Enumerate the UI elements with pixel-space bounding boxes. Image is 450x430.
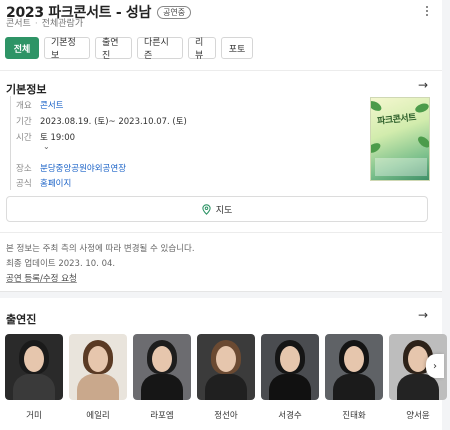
subtitle: 콘서트 · 전체관람가 bbox=[6, 19, 84, 29]
cast-photo[interactable] bbox=[261, 334, 319, 400]
age-rating-label: 전체관람가 bbox=[41, 19, 84, 29]
info-row-period: 기간 2023.08.19. (토)~ 2023.10.07. (토) bbox=[16, 115, 187, 127]
divider bbox=[0, 232, 442, 233]
tab-basic-info[interactable]: 기본정보 bbox=[44, 37, 90, 61]
info-row-place: 장소 분당중앙공원야외공연장 bbox=[16, 162, 126, 174]
cast-name[interactable]: 진태화 bbox=[325, 409, 383, 421]
info-key: 개요 bbox=[16, 101, 32, 111]
report-link[interactable]: 공연 등록/수정 요청 bbox=[6, 272, 77, 284]
info-row-official: 공식 홈페이지 bbox=[16, 177, 71, 189]
performance-card: 2023 파크콘서트 - 성남 공연중 콘서트 · 전체관람가 전체 기본정보 출연… bbox=[0, 0, 442, 292]
map-button[interactable]: 지도 bbox=[6, 196, 428, 222]
cast-photo[interactable] bbox=[5, 334, 63, 400]
chevron-down-icon[interactable]: ⌄ bbox=[43, 142, 50, 151]
cast-card: 출연진 → 거미 에일리 라포엠 정선아 서경수 진태화 양서윤 › bbox=[0, 298, 447, 430]
cast-photo[interactable] bbox=[69, 334, 127, 400]
tab-reviews[interactable]: 리뷰 bbox=[188, 37, 216, 61]
cast-name[interactable]: 서경수 bbox=[261, 409, 319, 421]
next-arrow-button[interactable]: › bbox=[426, 354, 444, 378]
info-key: 기간 bbox=[16, 117, 32, 127]
cast-name[interactable]: 정선아 bbox=[197, 409, 255, 421]
divider bbox=[0, 70, 442, 71]
info-indent-bar bbox=[10, 96, 11, 190]
tab-photos[interactable]: 포토 bbox=[221, 37, 253, 59]
basic-info-heading: 기본정보 bbox=[6, 83, 47, 96]
map-label: 지도 bbox=[215, 205, 233, 216]
map-pin-icon bbox=[202, 203, 211, 215]
info-row-overview: 개요 콘서트 bbox=[16, 99, 63, 111]
more-options-icon[interactable] bbox=[422, 4, 432, 18]
info-key: 장소 bbox=[16, 164, 32, 174]
poster-title: 파크콘서트 bbox=[376, 112, 417, 127]
arrow-right-icon[interactable]: → bbox=[418, 78, 428, 92]
cast-name[interactable]: 에일리 bbox=[69, 409, 127, 421]
arrow-right-icon[interactable]: → bbox=[418, 308, 428, 322]
cast-member[interactable]: 거미 bbox=[5, 334, 63, 421]
category-label: 콘서트 bbox=[6, 19, 31, 29]
cast-member[interactable]: 진태화 bbox=[325, 334, 383, 421]
cast-name[interactable]: 양서윤 bbox=[389, 409, 447, 421]
cast-member[interactable]: 에일리 bbox=[69, 334, 127, 421]
cast-photo[interactable] bbox=[325, 334, 383, 400]
cast-member[interactable]: 서경수 bbox=[261, 334, 319, 421]
poster-image[interactable]: 파크콘서트 bbox=[370, 97, 430, 181]
updated-text: 최종 업데이트 2023. 10. 04. bbox=[6, 259, 116, 269]
homepage-link[interactable]: 홈페이지 bbox=[40, 177, 71, 189]
notice-text: 본 정보는 주최 측의 사정에 따라 변경될 수 있습니다. bbox=[6, 244, 195, 254]
tab-other-seasons[interactable]: 다른시즌 bbox=[137, 37, 183, 61]
place-link[interactable]: 분당중앙공원야외공연장 bbox=[40, 162, 126, 174]
status-badge: 공연중 bbox=[157, 5, 192, 19]
tab-bar: 전체 기본정보 출연진 다른시즌 리뷰 포토 bbox=[5, 37, 253, 61]
tab-all[interactable]: 전체 bbox=[5, 37, 39, 59]
tab-cast[interactable]: 출연진 bbox=[95, 37, 132, 61]
cast-photo[interactable] bbox=[133, 334, 191, 400]
cast-name[interactable]: 라포엠 bbox=[133, 409, 191, 421]
cast-heading: 출연진 bbox=[6, 313, 37, 326]
info-key: 공식 bbox=[16, 179, 32, 189]
cast-member[interactable]: 라포엠 bbox=[133, 334, 191, 421]
period-value: 2023.08.19. (토)~ 2023.10.07. (토) bbox=[40, 117, 187, 127]
cast-list: 거미 에일리 라포엠 정선아 서경수 진태화 양서윤 bbox=[5, 334, 447, 421]
overview-link[interactable]: 콘서트 bbox=[40, 99, 63, 111]
cast-photo[interactable] bbox=[197, 334, 255, 400]
info-key: 시간 bbox=[16, 133, 32, 143]
cast-member[interactable]: 정선아 bbox=[197, 334, 255, 421]
cast-name[interactable]: 거미 bbox=[5, 409, 63, 421]
